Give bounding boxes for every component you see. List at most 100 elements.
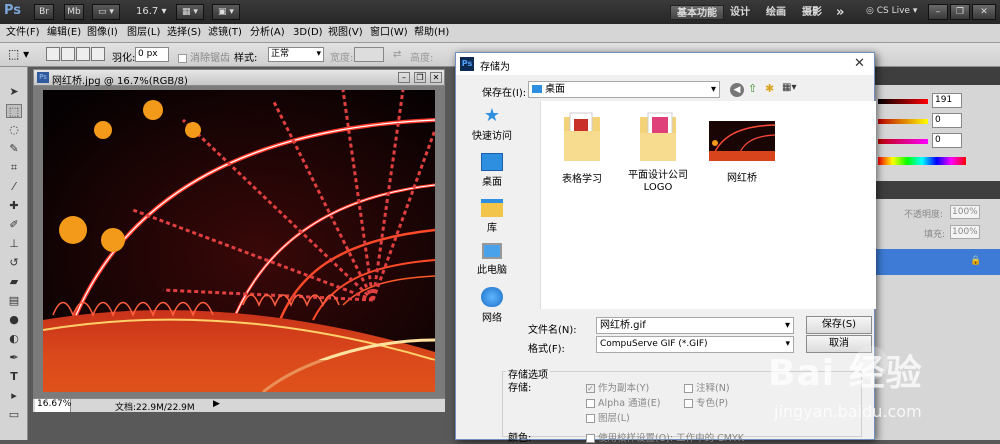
nav-library[interactable]: 库 <box>466 199 518 234</box>
restore-button[interactable]: ❐ <box>950 4 970 20</box>
mini-bridge-button[interactable]: Mb <box>64 4 84 20</box>
file-item[interactable]: 表格学习 <box>541 111 623 185</box>
intersect-selection-icon[interactable] <box>91 47 105 61</box>
doc-close-icon[interactable]: ✕ <box>430 72 442 83</box>
format-select[interactable]: CompuServe GIF (*.GIF) ▾ <box>596 336 794 353</box>
lasso-tool-icon[interactable]: ◌ <box>6 123 22 137</box>
opacity-input[interactable]: 100% <box>950 205 980 219</box>
menu-help[interactable]: 帮助(H) <box>414 26 449 40</box>
workspace-painting[interactable]: 绘画 <box>760 5 792 20</box>
menu-file[interactable]: 文件(F) <box>6 26 40 40</box>
path-select-tool-icon[interactable]: ▸ <box>6 389 22 403</box>
workspace-photography[interactable]: 摄影 <box>796 5 828 20</box>
nav-quick-access[interactable]: ★ 快速访问 <box>466 107 518 143</box>
layers-panel-tab[interactable] <box>874 181 1000 199</box>
workspace-essentials[interactable]: 基本功能 <box>670 5 724 20</box>
filename-input[interactable]: 网红桥.gif ▾ <box>596 317 794 334</box>
save-in-combo[interactable]: 桌面 ▾ <box>528 81 720 98</box>
document-canvas[interactable] <box>33 86 445 398</box>
red-slider[interactable] <box>878 99 928 104</box>
type-tool-icon[interactable]: T <box>6 370 22 384</box>
new-selection-icon[interactable] <box>46 47 60 61</box>
color-ramp[interactable] <box>878 157 966 165</box>
eraser-tool-icon[interactable]: ▰ <box>6 275 22 289</box>
more-workspaces-button[interactable]: » <box>830 5 850 20</box>
crop-tool-icon[interactable]: ⌗ <box>6 161 22 175</box>
view-menu-icon[interactable]: ▦▾ <box>782 82 796 93</box>
blue-value[interactable]: 0 <box>932 133 962 148</box>
menu-analysis[interactable]: 分析(A) <box>250 26 285 40</box>
file-name: 表格学习 <box>562 174 602 185</box>
pen-tool-icon[interactable]: ✒ <box>6 351 22 365</box>
spot-checkbox[interactable]: 专色(P) <box>684 395 728 409</box>
document-tab[interactable]: Ps 网红桥.jpg @ 16.7%(RGB/8) – ❐ ✕ <box>33 69 445 87</box>
blue-slider[interactable] <box>878 139 928 144</box>
swap-icon[interactable]: ⇄ <box>393 49 401 60</box>
proof-checkbox[interactable]: 使用校样设置(O): 工作中的 CMYK <box>586 430 744 444</box>
eyedropper-tool-icon[interactable]: ⁄ <box>6 180 22 194</box>
nav-network[interactable]: 网络 <box>466 287 518 324</box>
nav-desktop[interactable]: 桌面 <box>466 153 518 188</box>
color-panel-tab[interactable] <box>874 67 1000 85</box>
style-select[interactable]: 正常 ▾ <box>268 47 324 62</box>
quick-select-tool-icon[interactable]: ✎ <box>6 142 22 156</box>
layers-checkbox[interactable]: 图层(L) <box>586 410 630 424</box>
arrange-documents-button[interactable]: ▦ ▾ <box>176 4 204 20</box>
as-copy-checkbox[interactable]: ✓ 作为副本(Y) <box>586 380 649 394</box>
add-selection-icon[interactable] <box>61 47 75 61</box>
notes-checkbox[interactable]: 注释(N) <box>684 380 730 394</box>
clone-stamp-tool-icon[interactable]: ⊥ <box>6 237 22 251</box>
subtract-selection-icon[interactable] <box>76 47 90 61</box>
nav-this-pc[interactable]: 此电脑 <box>466 243 518 276</box>
marquee-tool-icon[interactable]: ⬚ <box>6 104 22 118</box>
shape-tool-icon[interactable]: ▭ <box>6 408 22 422</box>
brush-tool-icon[interactable]: ✐ <box>6 218 22 232</box>
dodge-tool-icon[interactable]: ◐ <box>6 332 22 346</box>
file-item[interactable]: 网红桥 <box>701 121 783 184</box>
zoom-field[interactable]: 16.67% <box>35 399 71 412</box>
file-item[interactable]: 平面设计公司LOGO <box>617 111 699 194</box>
blur-tool-icon[interactable]: ● <box>6 313 22 327</box>
fill-input[interactable]: 100% <box>950 225 980 239</box>
menu-3d[interactable]: 3D(D) <box>293 26 323 40</box>
back-icon[interactable]: ◀ <box>730 83 744 97</box>
menu-window[interactable]: 窗口(W) <box>370 26 408 40</box>
workspace-design[interactable]: 设计 <box>724 5 756 20</box>
up-folder-icon[interactable]: ⇧ <box>748 82 757 95</box>
move-tool-icon[interactable]: ➤ <box>6 85 22 99</box>
history-brush-tool-icon[interactable]: ↺ <box>6 256 22 270</box>
width-input[interactable] <box>354 47 384 62</box>
new-folder-icon[interactable]: ✱ <box>765 82 774 95</box>
minimize-button[interactable]: – <box>928 4 948 20</box>
file-list[interactable]: 表格学习 平面设计公司LOGO 网红桥 <box>540 101 876 309</box>
feather-input[interactable]: 0 px <box>135 47 169 62</box>
close-button[interactable]: ✕ <box>972 4 996 20</box>
menu-image[interactable]: 图像(I) <box>87 26 118 40</box>
status-menu-icon[interactable]: ▶ <box>213 399 220 409</box>
green-slider[interactable] <box>878 119 928 124</box>
bridge-button[interactable]: Br <box>34 4 54 20</box>
menu-view[interactable]: 视图(V) <box>328 26 363 40</box>
menu-filter[interactable]: 滤镜(T) <box>208 26 242 40</box>
desktop-icon <box>481 153 503 171</box>
healing-brush-tool-icon[interactable]: ✚ <box>6 199 22 213</box>
cs-live-button[interactable]: ◎ CS Live ▾ <box>866 6 917 16</box>
screen-mode-button[interactable]: ▣ ▾ <box>212 4 240 20</box>
green-value[interactable]: 0 <box>932 113 962 128</box>
doc-restore-icon[interactable]: ❐ <box>414 72 426 83</box>
zoom-level[interactable]: 16.7 ▾ <box>136 6 166 17</box>
dialog-close-icon[interactable]: ✕ <box>854 56 865 71</box>
red-value[interactable]: 191 <box>932 93 962 108</box>
view-extras-button[interactable]: ▭ ▾ <box>92 4 120 20</box>
selected-layer-row[interactable]: 🔒 <box>874 249 1000 275</box>
antialias-checkbox[interactable]: 消除锯齿 <box>178 49 230 64</box>
alpha-checkbox[interactable]: Alpha 通道(E) <box>586 395 660 409</box>
doc-minimize-icon[interactable]: – <box>398 72 410 83</box>
save-button[interactable]: 保存(S) <box>806 316 872 334</box>
gradient-tool-icon[interactable]: ▤ <box>6 294 22 308</box>
menu-select[interactable]: 选择(S) <box>167 26 201 40</box>
menu-edit[interactable]: 编辑(E) <box>47 26 81 40</box>
marquee-preset-icon[interactable]: ⬚ ▾ <box>8 47 34 61</box>
menu-layer[interactable]: 图层(L) <box>127 26 160 40</box>
computer-icon <box>482 243 502 259</box>
